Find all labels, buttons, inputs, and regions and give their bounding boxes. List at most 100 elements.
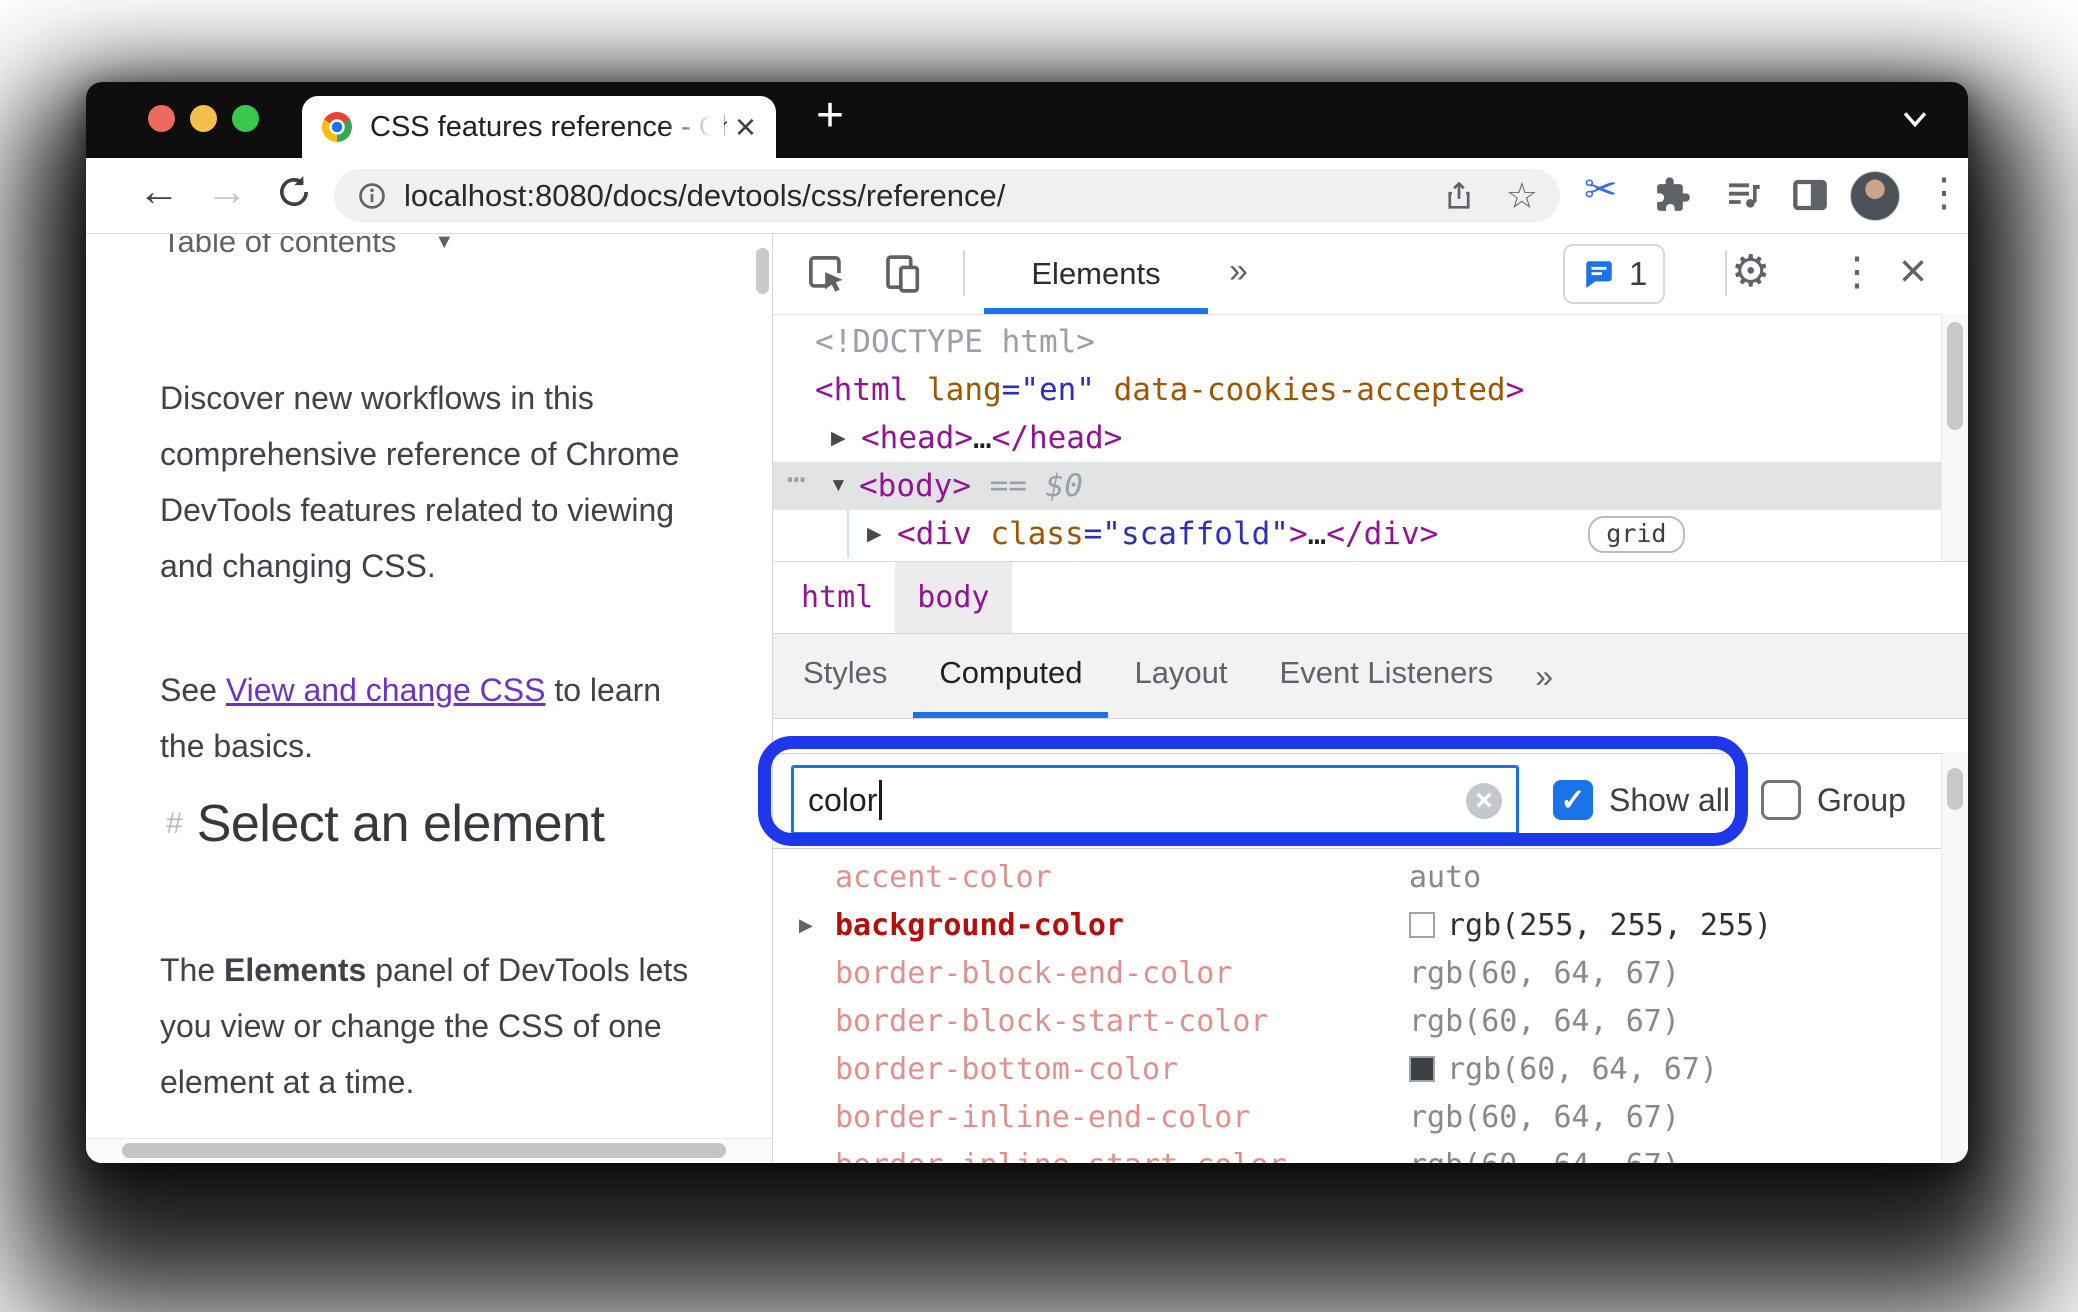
tab-search-chevron-icon[interactable] xyxy=(1898,106,1932,132)
inspect-element-icon[interactable] xyxy=(805,252,849,296)
settings-gear-icon[interactable]: ⚙ xyxy=(1731,250,1770,294)
table-of-contents-toggle[interactable]: Table of contents ▼ xyxy=(162,234,454,260)
tab-elements-panel[interactable]: Elements xyxy=(984,234,1208,314)
computed-scrollbar-thumb[interactable] xyxy=(1947,768,1963,810)
color-swatch[interactable] xyxy=(1409,912,1435,938)
dom-code-segment: $0 xyxy=(1045,468,1083,504)
breadcrumb-html[interactable]: html xyxy=(779,562,895,633)
address-bar[interactable]: localhost:8080/docs/devtools/css/referen… xyxy=(334,169,1560,222)
sidebar-tabs: Styles Computed Layout Event Listeners» xyxy=(773,633,1968,719)
dom-tree-row[interactable]: <!DOCTYPE html> xyxy=(773,318,1968,366)
toolbar-divider xyxy=(963,250,965,296)
reload-button[interactable] xyxy=(274,172,314,212)
elements-paragraph: The Elements panel of DevTools lets you … xyxy=(160,952,689,1100)
issues-counter-button[interactable]: 1 xyxy=(1563,244,1666,304)
side-panel-icon[interactable] xyxy=(1790,175,1830,215)
expand-toggle-icon[interactable]: ▼ xyxy=(829,475,859,497)
devtools-panel: Elements » 1 ⚙ ⋮ × <!DOCTYPE html> <html … xyxy=(772,234,1968,1163)
computed-property-row[interactable]: border-inline-start-colorrgb(60, 64, 67) xyxy=(773,1141,1968,1164)
profile-avatar[interactable] xyxy=(1850,171,1900,221)
dom-tree-row[interactable]: ▶ <head>… </head> xyxy=(773,414,1968,462)
expand-toggle-icon[interactable]: ▶ xyxy=(867,523,897,546)
window-controls xyxy=(148,105,259,132)
show-all-checkbox[interactable]: ✓ xyxy=(1553,780,1593,820)
text-caret xyxy=(879,780,883,820)
dom-scrollbar-thumb[interactable] xyxy=(1947,322,1963,430)
more-tabs-icon[interactable]: » xyxy=(1535,634,1553,718)
heading-anchor-hash[interactable]: # xyxy=(166,807,183,841)
computed-filter-bar: color × ✓ Show all Group xyxy=(773,753,1968,849)
indent-guideline xyxy=(847,510,849,558)
playlist-icon[interactable] xyxy=(1724,175,1764,215)
property-name: border-inline-start-color xyxy=(835,1148,1409,1164)
dom-tree-row[interactable]: ▶ <div class ="scaffold" >… </div> grid xyxy=(773,510,1968,558)
browser-menu-kebab-icon[interactable]: ⋮ xyxy=(1924,173,1964,213)
device-toolbar-icon[interactable] xyxy=(881,252,925,296)
property-value: rgb(255, 255, 255) xyxy=(1409,908,1772,943)
show-all-label: Show all xyxy=(1609,781,1730,818)
group-option[interactable]: Group xyxy=(1761,780,1906,820)
devtools-close-icon[interactable]: × xyxy=(1899,248,1927,296)
maximize-window-button[interactable] xyxy=(232,105,259,132)
dom-code-segment: </head> xyxy=(991,420,1123,456)
doc-page: Table of contents ▼ Discover new workflo… xyxy=(86,234,772,1163)
property-value: rgb(60, 64, 67) xyxy=(1409,1052,1718,1087)
dom-code-segment: ="scaffold" xyxy=(1083,516,1289,552)
extensions-puzzle-icon[interactable] xyxy=(1652,175,1692,215)
computed-property-row[interactable]: ▶ background-color rgb(255, 255, 255) xyxy=(773,901,1968,949)
page-horizontal-scrollbar[interactable] xyxy=(86,1138,772,1163)
devtools-menu-kebab-icon[interactable]: ⋮ xyxy=(1837,252,1877,292)
computed-scrollbar-track[interactable] xyxy=(1941,753,1968,1163)
bookmark-star-icon[interactable]: ☆ xyxy=(1506,177,1538,214)
tab-styles[interactable]: Styles xyxy=(777,634,913,718)
more-panels-icon[interactable]: » xyxy=(1229,252,1248,291)
dom-code-segment: == xyxy=(970,468,1046,504)
computed-property-row[interactable]: accent-color auto xyxy=(773,853,1968,901)
clear-filter-icon[interactable]: × xyxy=(1466,783,1502,819)
site-info-icon[interactable] xyxy=(356,180,388,212)
new-tab-button[interactable]: + xyxy=(816,92,844,140)
tab-layout[interactable]: Layout xyxy=(1108,634,1253,718)
issues-count: 1 xyxy=(1629,255,1648,292)
property-name: border-block-end-color xyxy=(835,955,1233,991)
node-ellipsis-icon[interactable]: … xyxy=(787,454,806,490)
color-swatch[interactable] xyxy=(1409,1056,1435,1082)
computed-property-row[interactable]: border-block-start-color rgb(60, 64, 67) xyxy=(773,997,1968,1045)
forward-button[interactable]: → xyxy=(206,170,248,212)
dom-tree-row[interactable]: … ▼ <body> == $0 xyxy=(773,454,1968,510)
expand-toggle-icon[interactable]: ▶ xyxy=(831,427,861,450)
view-and-change-css-link[interactable]: View and change CSS xyxy=(226,672,546,708)
tab-close-icon[interactable]: × xyxy=(735,109,756,145)
tab-event-listeners[interactable]: Event Listeners xyxy=(1254,634,1520,718)
property-value: rgb(60, 64, 67) xyxy=(1409,1099,1680,1135)
tab-computed[interactable]: Computed xyxy=(913,634,1109,718)
show-all-option[interactable]: ✓ Show all xyxy=(1553,780,1730,820)
filter-input[interactable]: color × xyxy=(791,765,1519,835)
share-icon[interactable] xyxy=(1442,179,1476,213)
computed-property-row[interactable]: border-bottom-color rgb(60, 64, 67) xyxy=(773,1045,1968,1093)
group-checkbox[interactable] xyxy=(1761,780,1801,820)
tab-strip: CSS features reference - Chrom × + xyxy=(86,82,1968,158)
minimize-window-button[interactable] xyxy=(190,105,217,132)
computed-property-row[interactable]: border-block-end-color rgb(60, 64, 67) xyxy=(773,949,1968,997)
back-button[interactable]: ← xyxy=(138,170,180,212)
filter-input-value: color xyxy=(808,781,878,818)
url-text[interactable]: localhost:8080/docs/devtools/css/referen… xyxy=(404,178,1005,214)
section-heading-row: # Select an element xyxy=(166,794,605,854)
breadcrumb-body[interactable]: body xyxy=(895,562,1012,633)
page-vertical-scrollbar-thumb[interactable] xyxy=(756,248,769,294)
close-window-button[interactable] xyxy=(148,105,175,132)
expand-toggle-icon[interactable]: ▶ xyxy=(799,915,835,936)
computed-properties-list: accent-color auto ▶ background-color rgb(255… xyxy=(773,849,1968,1164)
browser-tab[interactable]: CSS features reference - Chrom × xyxy=(302,96,776,158)
dom-code-segment: class xyxy=(971,516,1084,552)
dom-tree-row[interactable]: <html lang ="en" data-cookies-accepted > xyxy=(773,366,1968,414)
browser-toolbar: ← → localhost:8080/docs/devtools/css/ref… xyxy=(86,158,1968,233)
computed-property-row[interactable]: border-inline-end-color rgb(60, 64, 67) xyxy=(773,1093,1968,1141)
scissors-extension-icon[interactable]: ✂ xyxy=(1584,170,1618,210)
dom-code-segment: <html xyxy=(815,372,909,408)
page-horizontal-scrollbar-thumb[interactable] xyxy=(122,1143,726,1158)
grid-badge[interactable]: grid xyxy=(1588,515,1685,553)
browser-window: CSS features reference - Chrom × + ← → l… xyxy=(86,82,1968,1163)
property-value: rgb(60, 64, 67) xyxy=(1409,955,1680,991)
